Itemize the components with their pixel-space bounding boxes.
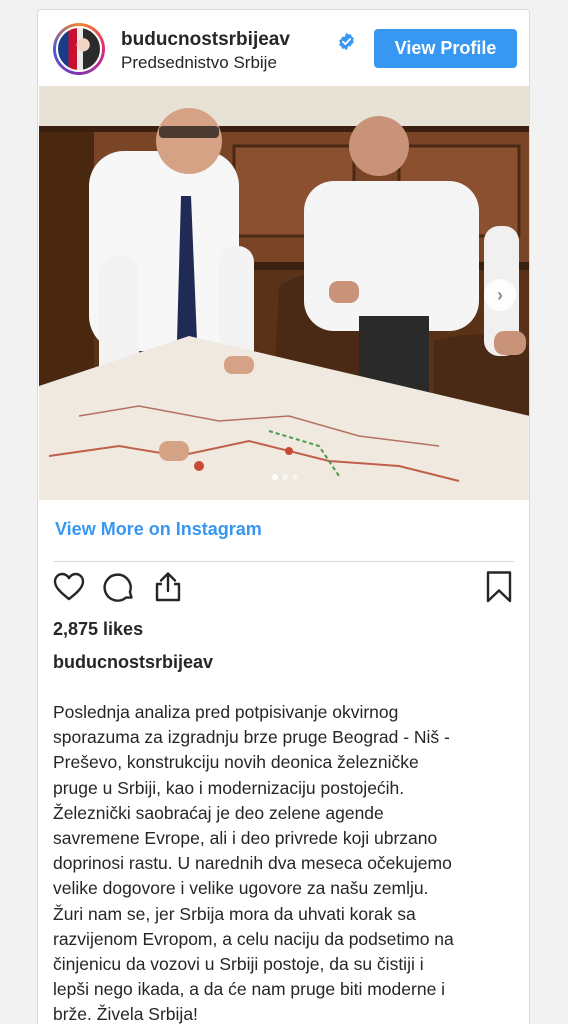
carousel-dot	[271, 474, 278, 480]
photo-illustration	[39, 86, 529, 500]
carousel-dot	[281, 474, 288, 480]
bookmark-icon[interactable]	[482, 570, 516, 604]
caption-text: Poslednja analiza pred potpisivanje okvi…	[53, 702, 454, 1024]
verified-badge-icon	[339, 32, 354, 51]
caption-username[interactable]: buducnostsrbijeav	[53, 652, 213, 673]
chevron-right-icon[interactable]: ›	[484, 279, 516, 311]
view-more-link[interactable]: View More on Instagram	[55, 519, 262, 540]
view-profile-button[interactable]: View Profile	[374, 29, 517, 68]
avatar-image	[56, 26, 102, 72]
heart-icon[interactable]	[52, 570, 86, 604]
divider	[53, 561, 514, 562]
action-bar	[38, 570, 529, 610]
share-icon[interactable]	[151, 570, 185, 604]
account-username[interactable]: buducnostsrbijeav	[121, 29, 290, 51]
comment-icon[interactable]	[102, 570, 136, 604]
post-header: buducnostsrbijeav Predsednistvo Srbije V…	[38, 10, 529, 86]
likes-count[interactable]: 2,875 likes	[53, 619, 143, 640]
account-subtitle: Predsednistvo Srbije	[121, 53, 277, 72]
post-photo[interactable]: ›	[39, 86, 529, 500]
carousel-indicator	[39, 474, 529, 480]
carousel-dot	[291, 474, 298, 480]
avatar[interactable]	[53, 23, 105, 75]
instagram-embed-card: buducnostsrbijeav Predsednistvo Srbije V…	[37, 9, 530, 1024]
